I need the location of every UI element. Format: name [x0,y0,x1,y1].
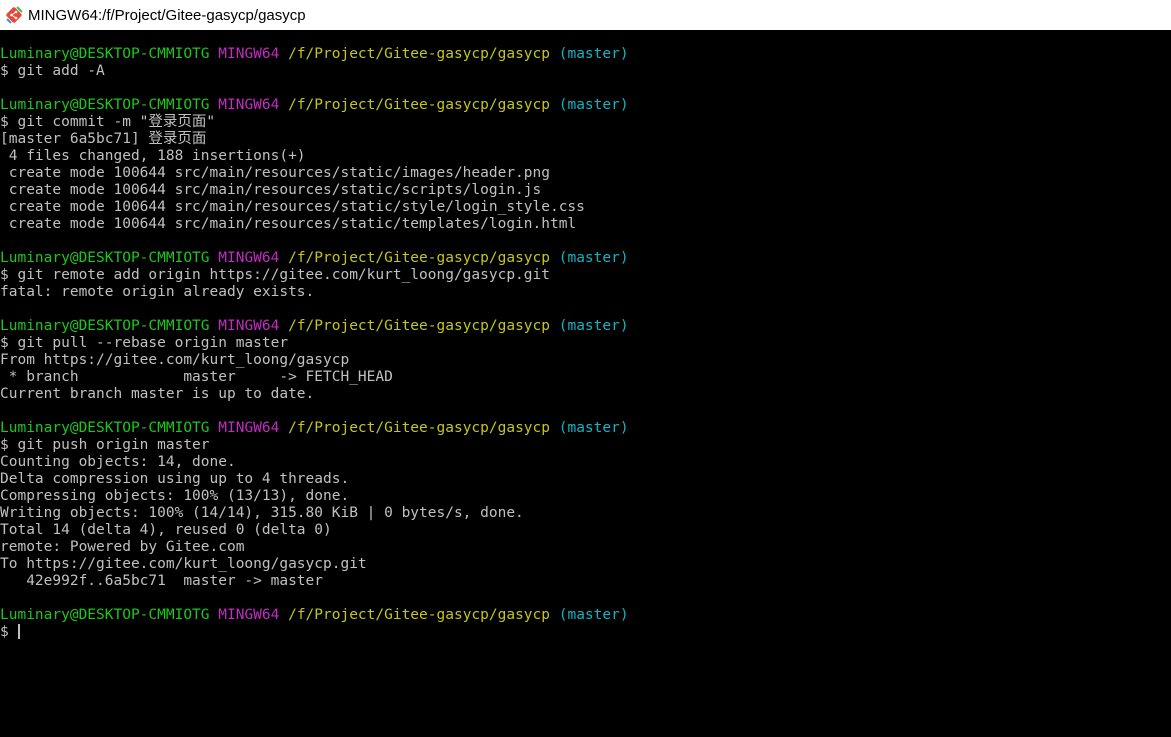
output-line: Current branch master is up to date. [0,386,1171,403]
command-line: $ git add -A [0,63,1171,80]
prompt-line: Luminary@DESKTOP-CMMIOTG MINGW64 /f/Proj… [0,250,1171,267]
prompt-path: /f/Project/Gitee-gasycp/gasycp [288,97,550,113]
prompt-user-host: Luminary@DESKTOP-CMMIOTG [0,46,210,62]
command-text: $ git add -A [0,63,105,79]
prompt-path: /f/Project/Gitee-gasycp/gasycp [288,607,550,623]
prompt-user-host: Luminary@DESKTOP-CMMIOTG [0,250,210,266]
output-line: 42e992f..6a5bc71 master -> master [0,573,1171,590]
prompt-shell: MINGW64 [218,318,280,334]
prompt-line: Luminary@DESKTOP-CMMIOTG MINGW64 /f/Proj… [0,97,1171,114]
output-line: create mode 100644 src/main/resources/st… [0,165,1171,182]
output-line: create mode 100644 src/main/resources/st… [0,216,1171,233]
output-text: Compressing objects: 100% (13/13), done. [0,488,350,504]
command-line: $ git commit -m "登录页面" [0,114,1171,131]
prompt-line: Luminary@DESKTOP-CMMIOTG MINGW64 /f/Proj… [0,607,1171,624]
prompt-line: Luminary@DESKTOP-CMMIOTG MINGW64 /f/Proj… [0,318,1171,335]
output-line: Compressing objects: 100% (13/13), done. [0,488,1171,505]
output-line: Total 14 (delta 4), reused 0 (delta 0) [0,522,1171,539]
output-text: 42e992f..6a5bc71 master -> master [0,573,324,589]
prompt-branch: (master) [558,420,629,436]
output-text: fatal: remote origin already exists. [0,284,315,300]
output-line: [master 6a5bc71] 登录页面 [0,131,1171,148]
output-line: Writing objects: 100% (14/14), 315.80 Ki… [0,505,1171,522]
output-line: create mode 100644 src/main/resources/st… [0,199,1171,216]
output-line: Delta compression using up to 4 threads. [0,471,1171,488]
prompt-shell: MINGW64 [218,420,280,436]
output-text: create mode 100644 src/main/resources/st… [0,216,577,232]
output-line: 4 files changed, 188 insertions(+) [0,148,1171,165]
prompt-shell: MINGW64 [218,46,280,62]
output-line: Counting objects: 14, done. [0,454,1171,471]
output-text: Writing objects: 100% (14/14), 315.80 Ki… [0,505,524,521]
command-text: $ git push origin master [0,437,210,453]
title-bar[interactable]: MINGW64:/f/Project/Gitee-gasycp/gasycp [0,0,1171,30]
output-line: * branch master -> FETCH_HEAD [0,369,1171,386]
command-line: $ git push origin master [0,437,1171,454]
output-line: fatal: remote origin already exists. [0,284,1171,301]
output-text: * branch master -> FETCH_HEAD [0,369,393,385]
output-line: From https://gitee.com/kurt_loong/gasycp [0,352,1171,369]
output-text: Counting objects: 14, done. [0,454,236,470]
command-line: $ git pull --rebase origin master [0,335,1171,352]
output-text: create mode 100644 src/main/resources/st… [0,182,542,198]
prompt-branch: (master) [558,97,629,113]
git-bash-icon [6,6,23,24]
command-line: $ git remote add origin https://gitee.co… [0,267,1171,284]
prompt-path: /f/Project/Gitee-gasycp/gasycp [288,420,550,436]
command-text: $ git pull --rebase origin master [0,335,289,351]
output-text: 4 files changed, 188 insertions(+) [0,148,306,164]
command-line: $ [0,624,1171,641]
output-text: [master 6a5bc71] 登录页面 [0,131,207,147]
prompt-branch: (master) [558,46,629,62]
output-line: create mode 100644 src/main/resources/st… [0,182,1171,199]
prompt-user-host: Luminary@DESKTOP-CMMIOTG [0,607,210,623]
prompt-branch: (master) [558,318,629,334]
prompt-shell: MINGW64 [218,250,280,266]
command-text: $ git remote add origin https://gitee.co… [0,267,550,283]
prompt-shell: MINGW64 [218,97,280,113]
output-text: From https://gitee.com/kurt_loong/gasycp [0,352,350,368]
output-line: remote: Powered by Gitee.com [0,539,1171,556]
prompt-user-host: Luminary@DESKTOP-CMMIOTG [0,97,210,113]
prompt-branch: (master) [558,607,629,623]
prompt-shell: MINGW64 [218,607,280,623]
output-text: remote: Powered by Gitee.com [0,539,245,555]
prompt-user-host: Luminary@DESKTOP-CMMIOTG [0,420,210,436]
output-text: Current branch master is up to date. [0,386,315,402]
output-text: create mode 100644 src/main/resources/st… [0,165,550,181]
output-text: Delta compression using up to 4 threads. [0,471,350,487]
prompt-line: Luminary@DESKTOP-CMMIOTG MINGW64 /f/Proj… [0,420,1171,437]
prompt-path: /f/Project/Gitee-gasycp/gasycp [288,250,550,266]
terminal-output[interactable]: Luminary@DESKTOP-CMMIOTG MINGW64 /f/Proj… [0,46,1171,737]
command-text: $ [0,624,18,640]
prompt-branch: (master) [558,250,629,266]
command-text: $ git commit -m "登录页面" [0,114,216,130]
output-text: create mode 100644 src/main/resources/st… [0,199,585,215]
terminal-window: MINGW64:/f/Project/Gitee-gasycp/gasycp L… [0,0,1171,737]
text-cursor[interactable] [18,624,21,639]
output-text: To https://gitee.com/kurt_loong/gasycp.g… [0,556,367,572]
prompt-path: /f/Project/Gitee-gasycp/gasycp [288,46,550,62]
output-line: To https://gitee.com/kurt_loong/gasycp.g… [0,556,1171,573]
prompt-user-host: Luminary@DESKTOP-CMMIOTG [0,318,210,334]
prompt-line: Luminary@DESKTOP-CMMIOTG MINGW64 /f/Proj… [0,46,1171,63]
window-title: MINGW64:/f/Project/Gitee-gasycp/gasycp [28,6,306,24]
prompt-path: /f/Project/Gitee-gasycp/gasycp [288,318,550,334]
output-text: Total 14 (delta 4), reused 0 (delta 0) [0,522,332,538]
